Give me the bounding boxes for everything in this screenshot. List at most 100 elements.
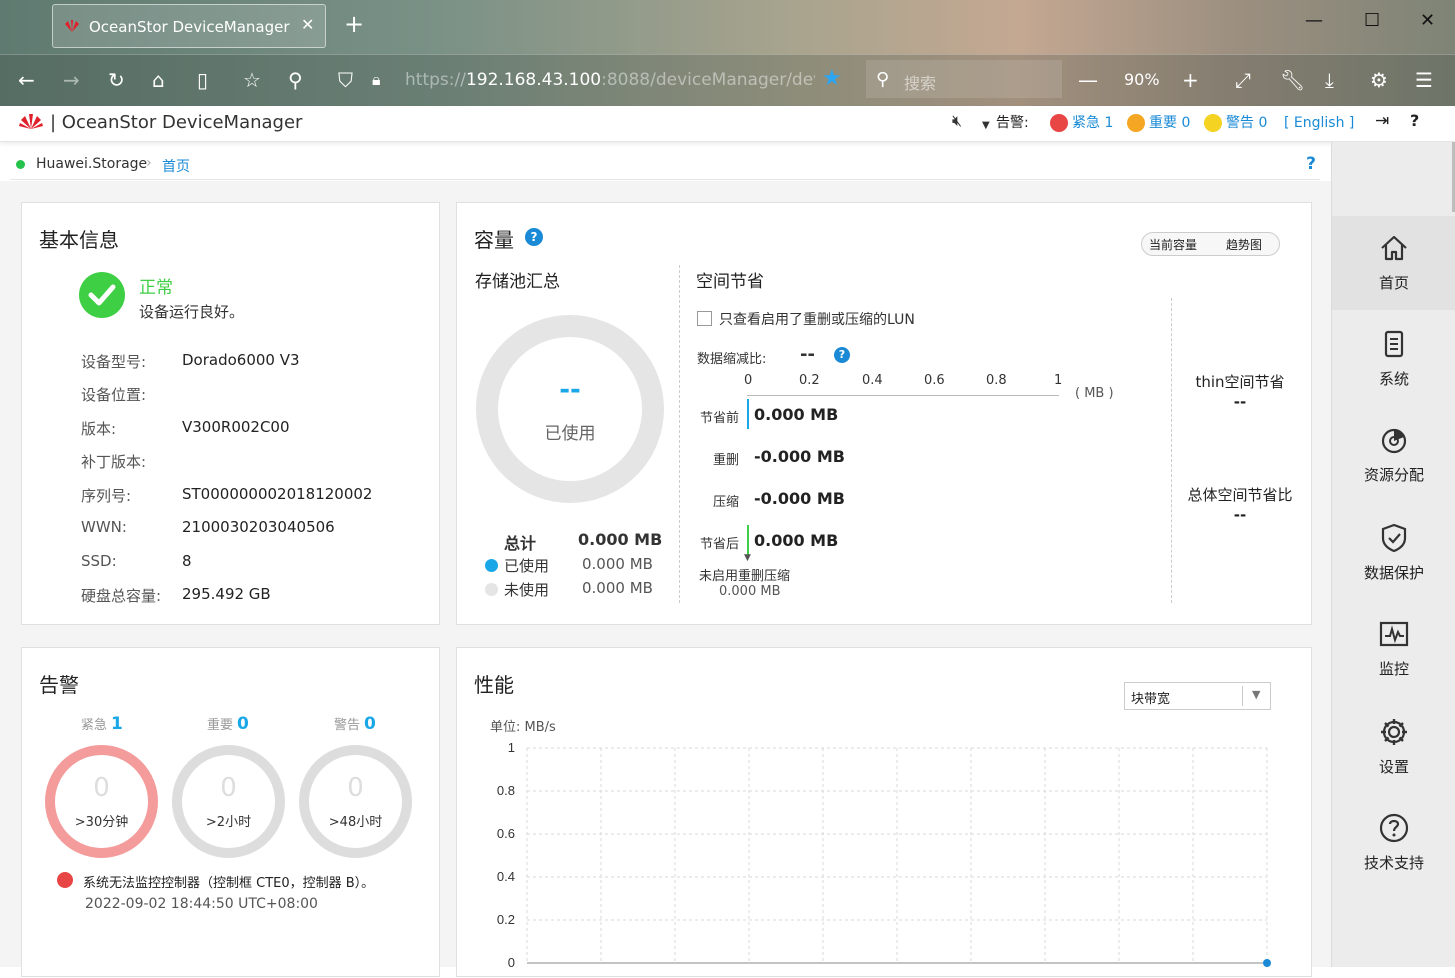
close-tab-icon[interactable]: ✕ bbox=[301, 15, 314, 34]
tools-icon[interactable]: 🔧︎ bbox=[1280, 68, 1305, 92]
reload-icon[interactable]: ↻ bbox=[108, 68, 125, 92]
speaker-icon[interactable]: 🔇︎ bbox=[952, 112, 962, 130]
alarm-ring-warning[interactable]: 0 >48小时 bbox=[299, 745, 412, 858]
performance-chart: 1 0.8 0.6 0.4 0.2 0 bbox=[497, 740, 1271, 970]
info-row-location: 设备位置: bbox=[81, 386, 147, 404]
alarm-level-major[interactable]: 重要 0 bbox=[207, 714, 249, 734]
lun-filter-label[interactable]: 只查看启用了重删或压缩的LUN bbox=[719, 309, 915, 329]
breadcrumb-separator-icon: › bbox=[146, 155, 152, 171]
bookmark-star-icon[interactable]: ★ bbox=[822, 66, 842, 91]
forward-icon[interactable]: → bbox=[63, 68, 80, 92]
ring-count: 0 bbox=[93, 773, 110, 803]
alarm-card: 告警 紧急 1 重要 0 警告 0 0 >30分钟 0 >2小时 0 >48小时 系统… bbox=[21, 647, 440, 977]
toggle-current[interactable]: 当前容量 bbox=[1149, 236, 1197, 253]
axis-tick: 0.2 bbox=[799, 373, 820, 388]
capacity-help-icon[interactable]: ? bbox=[525, 228, 543, 246]
ring-desc: >30分钟 bbox=[74, 815, 129, 830]
alarm-ring-major[interactable]: 0 >2小时 bbox=[172, 745, 285, 858]
app-header: | OceanStor DeviceManager 🔇︎ ▼ 告警: 紧急 1 … bbox=[0, 106, 1455, 142]
warning-icon bbox=[1204, 114, 1222, 132]
browser-tab[interactable]: OceanStor DeviceManager ✕ bbox=[52, 4, 326, 48]
critical-alarm-link[interactable]: 紧急 1 bbox=[1050, 114, 1113, 132]
browser-search-box[interactable]: ⚲ 搜索 bbox=[866, 60, 1062, 98]
not-enabled-label: 未启用重删压缩 bbox=[699, 569, 791, 584]
capacity-ring-value: -- bbox=[559, 375, 581, 405]
nav-item-settings[interactable]: 设置 bbox=[1332, 700, 1455, 794]
help-icon[interactable]: ? bbox=[1410, 112, 1419, 130]
huawei-logo-icon bbox=[19, 114, 43, 129]
axis-line bbox=[747, 395, 1059, 396]
nav-item-system[interactable]: 系统 bbox=[1332, 312, 1455, 406]
status-ok-icon bbox=[79, 272, 125, 318]
y-tick-label: 0 bbox=[508, 955, 515, 970]
toggle-trend[interactable]: 趋势图 bbox=[1226, 236, 1262, 253]
shield-browser-icon[interactable]: ⛉ bbox=[338, 68, 353, 92]
bar-value-after: 0.000 MB bbox=[754, 531, 839, 550]
nav-label: 技术支持 bbox=[1363, 854, 1424, 872]
unused-legend: 未使用 bbox=[485, 579, 549, 600]
nav-item-protection[interactable]: 数据保护 bbox=[1332, 506, 1455, 600]
language-link[interactable]: [ English ] bbox=[1284, 114, 1354, 132]
basic-info-title: 基本信息 bbox=[39, 228, 119, 252]
bookmark-manage-icon[interactable]: ☆ bbox=[243, 68, 261, 92]
nav-item-support[interactable]: 技术支持 bbox=[1332, 796, 1455, 890]
total-label: 总计 bbox=[504, 534, 537, 553]
savings-title: 空间节省 bbox=[696, 272, 764, 292]
zoom-in-icon[interactable]: + bbox=[1182, 68, 1199, 92]
info-row-capacity: 硬盘总容量: 295.492 GB bbox=[81, 585, 271, 605]
nav-item-home[interactable]: 首页 bbox=[1332, 216, 1455, 310]
info-row-ssd: SSD: 8 bbox=[81, 552, 192, 570]
major-alarm-link[interactable]: 重要 0 bbox=[1127, 114, 1190, 132]
capacity-title: 容量 bbox=[474, 228, 514, 252]
alarm-level-critical[interactable]: 紧急 1 bbox=[81, 714, 123, 734]
bar-label-compress: 压缩 bbox=[712, 495, 739, 510]
reader-icon[interactable]: ▯ bbox=[197, 68, 208, 92]
ratio-help-icon[interactable]: ? bbox=[834, 347, 850, 363]
basic-info-card: 基本信息 正常 设备运行良好。 设备型号: Dorado6000 V3 设备位置:… bbox=[21, 202, 440, 625]
page-help-icon[interactable]: ? bbox=[1306, 154, 1316, 174]
minimize-icon[interactable]: — bbox=[1305, 10, 1323, 31]
huawei-logo-icon bbox=[65, 20, 79, 32]
maximize-icon[interactable]: ☐ bbox=[1364, 10, 1380, 31]
download-icon[interactable]: ⤓ bbox=[1325, 68, 1334, 92]
alarm-message[interactable]: 系统无法监控控制器（控制框 CTE0，控制器 B）。 bbox=[83, 872, 374, 891]
logout-icon[interactable]: ⇥ bbox=[1375, 112, 1389, 130]
search-placeholder: 搜索 bbox=[904, 74, 937, 93]
axis-tick: 0.4 bbox=[862, 373, 883, 388]
y-tick-label: 0.4 bbox=[497, 869, 515, 884]
ring-desc: >48小时 bbox=[328, 815, 383, 830]
alarm-ring-critical[interactable]: 0 >30分钟 bbox=[45, 745, 158, 858]
close-window-icon[interactable]: ✕ bbox=[1420, 10, 1435, 31]
breadcrumb-root[interactable]: Huawei.Storage bbox=[36, 156, 147, 172]
zoom-out-icon[interactable]: — bbox=[1078, 68, 1098, 92]
nav-item-resource[interactable]: 资源分配 bbox=[1332, 408, 1455, 502]
menu-icon[interactable]: ☰ bbox=[1415, 68, 1433, 92]
capacity-view-toggle[interactable]: 当前容量 趋势图 bbox=[1141, 232, 1280, 256]
breadcrumb-current[interactable]: 首页 bbox=[162, 156, 190, 176]
right-nav: 首页 系统 资源分配 数据保护 监控 设置 技术支持 bbox=[1331, 142, 1455, 967]
ring-count: 0 bbox=[220, 773, 237, 803]
fullscreen-icon[interactable]: ⤢ bbox=[1235, 68, 1251, 92]
breadcrumb: Huawei.Storage › 首页 ? bbox=[10, 150, 1320, 180]
bar-value-before: 0.000 MB bbox=[754, 405, 839, 424]
lun-filter-checkbox[interactable] bbox=[697, 311, 712, 326]
new-tab-icon[interactable]: + bbox=[344, 12, 364, 36]
unused-legend-dot-icon bbox=[485, 583, 498, 596]
pool-summary-title: 存储池汇总 bbox=[475, 272, 560, 292]
home-browser-icon[interactable]: ⌂ bbox=[152, 68, 165, 92]
dropdown-arrow-icon[interactable]: ▼ bbox=[982, 117, 990, 135]
url-bar[interactable]: https://192.168.43.100:8088/deviceManage… bbox=[405, 70, 815, 90]
overall-savings-label: 总体空间节省比 bbox=[1187, 486, 1293, 504]
thin-savings-label: thin空间节省 bbox=[1195, 373, 1285, 391]
not-enabled-value: 0.000 MB bbox=[719, 584, 781, 599]
alarm-level-warning[interactable]: 警告 0 bbox=[334, 714, 376, 734]
settings-browser-icon[interactable]: ⚙ bbox=[1370, 68, 1388, 92]
axis-tick: 0.8 bbox=[986, 373, 1007, 388]
back-icon[interactable]: ← bbox=[18, 68, 35, 92]
zoom-level[interactable]: 90% bbox=[1124, 70, 1160, 89]
search-browser-icon[interactable]: ⚲ bbox=[288, 68, 303, 92]
ratio-value: -- bbox=[800, 344, 815, 365]
used-legend: 已使用 bbox=[485, 555, 549, 576]
warning-alarm-link[interactable]: 警告 0 bbox=[1204, 114, 1267, 132]
nav-item-monitor[interactable]: 监控 bbox=[1332, 602, 1455, 696]
